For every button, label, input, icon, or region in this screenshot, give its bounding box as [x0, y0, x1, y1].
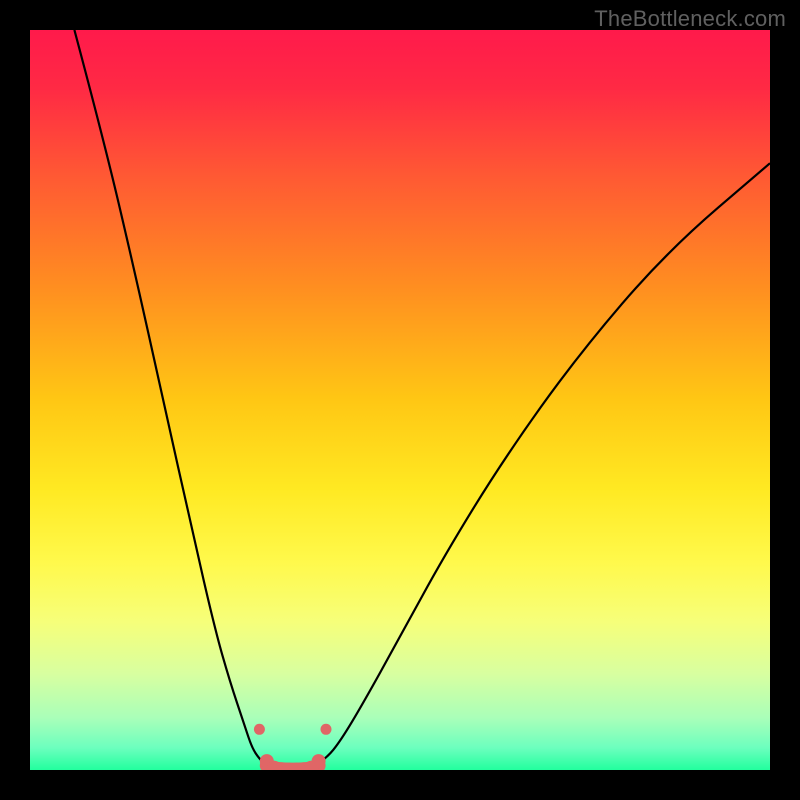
- marker-point: [321, 724, 332, 735]
- marker-point: [312, 754, 326, 768]
- watermark-text: TheBottleneck.com: [594, 6, 786, 32]
- marker-point: [254, 724, 265, 735]
- chart-plot-area: [30, 30, 770, 770]
- chart-svg: [30, 30, 770, 770]
- chart-frame: TheBottleneck.com: [0, 0, 800, 800]
- plot-background: [30, 30, 770, 770]
